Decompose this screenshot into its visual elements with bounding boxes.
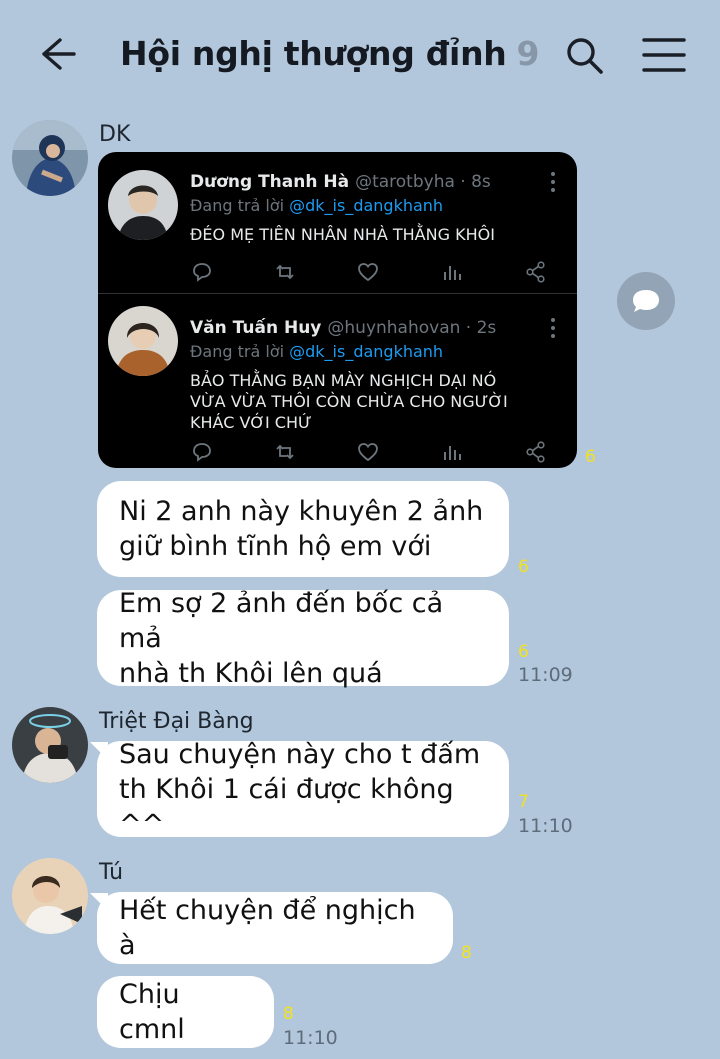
tweet-reply-prefix: Đang trả lời: [190, 196, 285, 215]
reply-icon: [193, 263, 211, 282]
tweet-reply-mention: @dk_is_dangkhanh: [289, 342, 444, 361]
unread-count: 6: [585, 447, 596, 467]
avatar-tu[interactable]: [12, 858, 88, 934]
retweet-icon: [276, 444, 294, 460]
tweet-author: Văn Tuấn Huy @huynhahovan · 2s: [190, 318, 496, 338]
share-icon: [526, 261, 545, 283]
message-bubble[interactable]: Chịu cmnl: [97, 976, 274, 1048]
analytics-icon: [444, 266, 461, 280]
tweet-avatar: [108, 306, 178, 376]
message-time: 11:10: [283, 1027, 338, 1049]
tweet-reply-line: Đang trả lời @dk_is_dangkhanh: [190, 196, 443, 215]
tweet-reply-line: Đang trả lời @dk_is_dangkhanh: [190, 342, 443, 361]
like-icon: [358, 263, 378, 282]
share-button[interactable]: [617, 272, 675, 330]
tweet-text: BẢO THẰNG BẠN MÀY NGHỊCH DẠI NÓ VỪA VỪA …: [190, 371, 508, 432]
message-time: 11:09: [518, 664, 573, 686]
tweet-screenshot-image[interactable]: Dương Thanh Hà @tarotbyha · 8s Đang trả l…: [98, 152, 577, 468]
sender-name: Tú: [99, 860, 124, 885]
analytics-icon: [444, 446, 461, 460]
message-bubble[interactable]: Em sợ 2 ảnh đến bốc cả mả nhà th Khôi lê…: [97, 588, 509, 689]
tweet-author-name: Dương Thanh Hà: [190, 172, 350, 192]
tweet-divider: [98, 293, 577, 294]
unread-count: 8: [461, 943, 472, 963]
retweet-icon: [276, 264, 294, 280]
share-icon: [526, 441, 545, 463]
tweet-author: Dương Thanh Hà @tarotbyha · 8s: [190, 172, 491, 192]
sender-name: Triệt Đại Bàng: [99, 709, 254, 734]
tweet-avatar: [108, 170, 178, 240]
member-count: 9: [516, 34, 540, 73]
chat-header: Hội nghị thượng đỉnh 9: [0, 0, 720, 110]
speech-bubble-icon: [633, 290, 659, 312]
tweet-handle: @tarotbyha · 8s: [355, 172, 491, 192]
chat-title-text: Hội nghị thượng đỉnh: [120, 34, 507, 73]
more-options-icon: [551, 318, 555, 338]
unread-count: 6: [518, 557, 529, 577]
tweet-reply-prefix: Đang trả lời: [190, 342, 285, 361]
more-options-icon: [551, 172, 555, 192]
like-icon: [358, 443, 378, 462]
tweet-text: ĐÉO MẸ TIÊN NHÂN NHÀ THẰNG KHÔI: [190, 225, 495, 244]
chat-title: Hội nghị thượng đỉnh 9: [120, 34, 539, 73]
tweet-author-name: Văn Tuấn Huy: [190, 318, 322, 338]
search-icon[interactable]: [564, 35, 604, 75]
message-time: 11:10: [518, 815, 573, 837]
unread-count: 8: [283, 1004, 294, 1024]
avatar-triet-dai-bang[interactable]: [12, 707, 88, 783]
message-bubble[interactable]: Ni 2 anh này khuyên 2 ảnh giữ bình tĩnh …: [97, 481, 509, 577]
unread-count: 6: [518, 642, 529, 662]
message-bubble[interactable]: Sau chuyện này cho t đấm th Khôi 1 cái đ…: [97, 739, 509, 840]
tweet-handle: @huynhahovan · 2s: [327, 318, 497, 338]
back-arrow-icon[interactable]: [38, 34, 78, 74]
sender-name: DK: [99, 122, 131, 147]
tweet-reply-mention: @dk_is_dangkhanh: [289, 196, 444, 215]
unread-count: 7: [518, 792, 529, 812]
avatar-dk[interactable]: [12, 120, 88, 196]
message-bubble[interactable]: Hết chuyện để nghịch à: [97, 892, 453, 964]
menu-icon[interactable]: [642, 37, 686, 73]
reply-icon: [193, 443, 211, 462]
